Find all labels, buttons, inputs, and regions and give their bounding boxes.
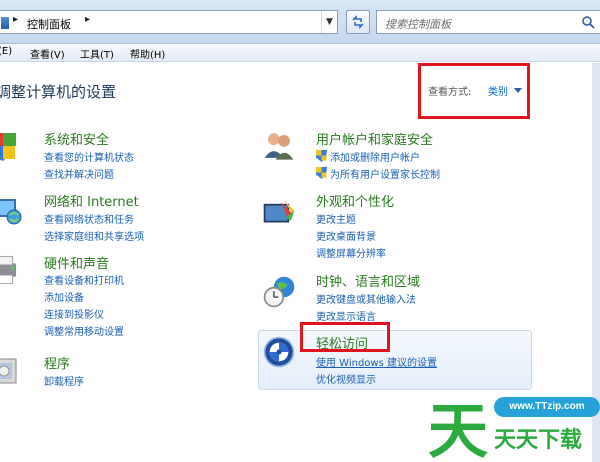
link-view-devices-printers[interactable]: 查看设备和打印机 (44, 272, 124, 287)
annotation-box (300, 322, 390, 352)
watermark-url: www.TTzip.com (494, 397, 600, 417)
link-windows-recommended-settings[interactable]: 使用 Windows 建议的设置 (316, 354, 437, 369)
watermark-name: 天天下载 (494, 428, 583, 453)
menu-help[interactable]: 帮助(H) (130, 46, 165, 61)
clock-globe-icon[interactable] (262, 275, 296, 309)
link-change-theme[interactable]: 更改主题 (316, 211, 356, 226)
address-dropdown-icon[interactable]: ▼ (321, 11, 337, 33)
category-title[interactable]: 网络和 Internet (44, 191, 139, 210)
annotation-box (418, 63, 530, 119)
link-uninstall-program[interactable]: 卸载程序 (44, 373, 84, 388)
link-change-background[interactable]: 更改桌面背景 (316, 228, 376, 243)
link-optimize-visual-display[interactable]: 优化视频显示 (316, 371, 376, 386)
menu-bar: (E) 查看(V) 工具(T) 帮助(H) (0, 44, 600, 62)
programs-icon[interactable] (0, 353, 22, 387)
link-homegroup-sharing[interactable]: 选择家庭组和共享选项 (44, 228, 144, 243)
link-parental-controls[interactable]: 为所有用户设置家长控制 (330, 166, 440, 181)
link-find-fix-problems[interactable]: 查找并解决问题 (44, 166, 114, 181)
breadcrumb-chevron-icon[interactable]: ▸ (13, 14, 18, 25)
control-panel-icon (1, 17, 9, 29)
printer-icon[interactable] (0, 253, 22, 287)
category-title[interactable]: 硬件和声音 (44, 253, 109, 272)
refresh-icon (352, 15, 364, 29)
category-title[interactable]: 程序 (44, 353, 70, 372)
link-view-network-status[interactable]: 查看网络状态和任务 (44, 211, 134, 226)
uac-shield-icon (316, 150, 327, 162)
uac-shield-icon (316, 167, 327, 179)
category-title[interactable]: 时钟、语言和区域 (316, 271, 420, 290)
link-add-remove-users[interactable]: 添加或删除用户帐户 (330, 149, 420, 164)
link-mobility-settings[interactable]: 调整常用移动设置 (44, 323, 124, 338)
link-add-device[interactable]: 添加设备 (44, 289, 84, 304)
breadcrumb-chevron-icon[interactable]: ▸ (85, 14, 90, 25)
link-screen-resolution[interactable]: 调整屏幕分辨率 (316, 245, 386, 260)
category-title[interactable]: 系统和安全 (44, 129, 109, 148)
page-title: 调整计算机的设置 (0, 83, 117, 101)
menu-view[interactable]: 查看(V) (30, 46, 65, 61)
appearance-icon[interactable] (262, 197, 296, 231)
link-change-display-language[interactable]: 更改显示语言 (316, 308, 376, 323)
menu-edit[interactable]: (E) (0, 46, 12, 57)
address-bar-row: ▸ 控制面板 ▸ ▼ 搜索控制面板 (0, 0, 600, 44)
search-input[interactable]: 搜索控制面板 (376, 10, 600, 34)
address-bar[interactable]: ▸ 控制面板 ▸ ▼ (0, 10, 338, 34)
link-change-keyboard[interactable]: 更改键盘或其他输入法 (316, 291, 416, 306)
menu-tools[interactable]: 工具(T) (80, 46, 114, 61)
link-view-computer-status[interactable]: 查看您的计算机状态 (44, 149, 134, 164)
search-icon[interactable] (581, 15, 595, 29)
users-icon[interactable] (262, 129, 296, 163)
category-title[interactable]: 外观和个性化 (316, 191, 394, 210)
watermark-logo-char: 天 (428, 397, 488, 462)
refresh-button[interactable] (346, 10, 370, 34)
watermark-logo-icon: 天 (428, 397, 488, 462)
link-connect-projector[interactable]: 连接到投影仪 (44, 306, 104, 321)
network-globe-icon[interactable] (0, 193, 22, 227)
breadcrumb-control-panel[interactable]: 控制面板 (27, 16, 71, 32)
category-title[interactable]: 用户帐户和家庭安全 (316, 129, 433, 148)
shield-icon[interactable] (0, 129, 20, 163)
ease-of-access-icon[interactable] (262, 335, 296, 369)
search-placeholder: 搜索控制面板 (385, 18, 451, 31)
